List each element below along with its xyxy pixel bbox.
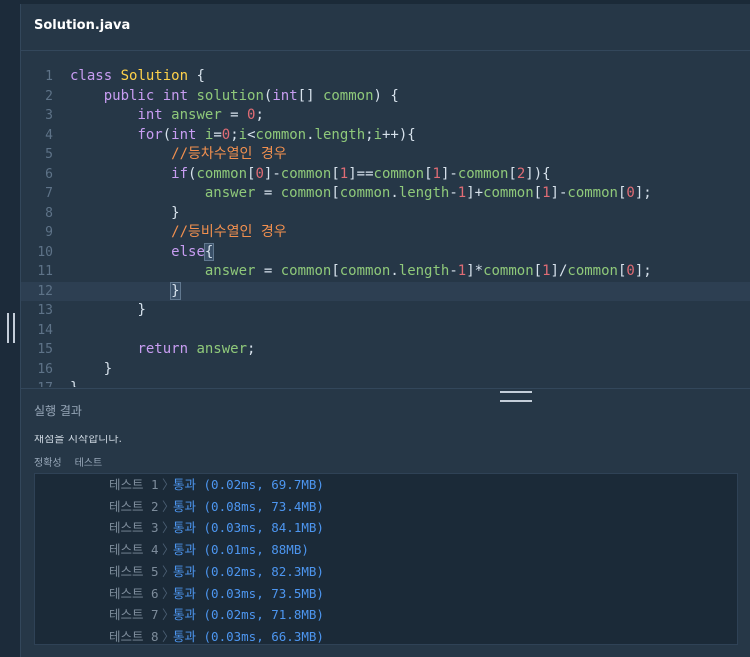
- test-result: 통과 (0.03ms, 73.5MB): [173, 585, 324, 601]
- test-row: 테스트 1 〉 통과 (0.02ms, 69.7MB): [35, 474, 737, 496]
- line-number: 16: [37, 361, 53, 377]
- test-label: 테스트 1: [109, 477, 159, 492]
- result-title: 실행 결과: [34, 404, 82, 418]
- test-result: 통과 (0.02ms, 82.3MB): [173, 563, 324, 579]
- result-panel: 채점을 시작합니다. 정확성 테스트 테스트 1 〉 통과 (0.02ms, 69.7…: [21, 435, 750, 657]
- code-line[interactable]: 9 //등비수열인 경우: [21, 223, 750, 243]
- test-label: 테스트 8: [109, 628, 159, 644]
- grading-start-message: 채점을 시작합니다.: [34, 435, 122, 445]
- line-number: 7: [45, 186, 53, 201]
- test-result: 통과 (0.01ms, 88MB): [173, 542, 309, 558]
- test-row: 테스트 5 〉 통과 (0.02ms, 82.3MB): [35, 561, 737, 583]
- vertical-splitter-handle[interactable]: [7, 313, 15, 343]
- test-row: 테스트 3 〉 통과 (0.03ms, 84.1MB): [35, 517, 737, 539]
- file-tab[interactable]: Solution.java: [34, 18, 130, 33]
- test-result: 통과 (0.03ms, 66.3MB): [173, 628, 324, 644]
- test-results-list: 테스트 1 〉 통과 (0.02ms, 69.7MB) 테스트 2 〉 통과 (0.08…: [34, 473, 738, 645]
- test-label: 테스트 6: [109, 585, 159, 601]
- tab-test[interactable]: 테스트: [75, 458, 103, 469]
- test-result: 통과 (0.02ms, 69.7MB): [173, 477, 324, 492]
- code-line[interactable]: 2 public int solution(int[] common) {: [21, 87, 750, 107]
- line-number: 11: [37, 264, 53, 279]
- test-result: 통과 (0.08ms, 73.4MB): [173, 498, 324, 514]
- code-line[interactable]: 3 int answer = 0;: [21, 106, 750, 126]
- result-subtabs: 정확성 테스트: [34, 454, 115, 469]
- line-number: 8: [45, 205, 53, 221]
- line-number: 17: [21, 379, 53, 387]
- bracket-match: {: [203, 242, 215, 261]
- code-line-current[interactable]: 12 }: [21, 281, 750, 301]
- test-row: 테스트 7 〉 통과 (0.02ms, 71.8MB): [35, 604, 737, 626]
- test-label: 테스트 7: [109, 607, 159, 623]
- horizontal-resize-handle[interactable]: [500, 391, 532, 402]
- code-line[interactable]: 6 if(common[0]-common[1]==common[1]-comm…: [21, 165, 750, 185]
- line-number: 10: [37, 244, 53, 260]
- result-header: 실행 결과: [21, 388, 750, 436]
- line-number: 5: [45, 147, 53, 162]
- line-number: 12: [37, 283, 53, 299]
- line-number: 6: [45, 166, 53, 182]
- bracket-match: }: [170, 281, 181, 300]
- code-line[interactable]: 13 }: [21, 301, 750, 321]
- test-label: 테스트 3: [109, 520, 159, 536]
- test-label: 테스트 4: [109, 542, 159, 558]
- comment: //등차수열인 경우: [171, 146, 287, 162]
- test-result: 통과 (0.03ms, 84.1MB): [173, 520, 324, 536]
- editor-tab-bar: Solution.java: [21, 4, 750, 51]
- line-number: 9: [45, 225, 53, 240]
- code-editor[interactable]: 1 class Solution { 2 public int solution(…: [21, 51, 750, 387]
- line-number: 13: [37, 303, 53, 318]
- code-line[interactable]: 5 //등차수열인 경우: [21, 145, 750, 165]
- test-row: 테스트 6 〉 통과 (0.03ms, 73.5MB): [35, 583, 737, 605]
- code-line[interactable]: 10 else{: [21, 242, 750, 263]
- code-line[interactable]: 11 answer = common[common.length-1]*comm…: [21, 262, 750, 282]
- test-row: 테스트 4 〉 통과 (0.01ms, 88MB): [35, 539, 737, 561]
- code-line[interactable]: 7 answer = common[common.length-1]+commo…: [21, 184, 750, 204]
- code-line[interactable]: 17}: [21, 379, 750, 387]
- test-label: 테스트 5: [109, 563, 159, 579]
- line-number: 14: [37, 322, 53, 338]
- test-row: 테스트 2 〉 통과 (0.08ms, 73.4MB): [35, 496, 737, 518]
- bottom-edge: [21, 650, 750, 657]
- code-line[interactable]: 14: [21, 321, 750, 341]
- code-line[interactable]: 16 }: [21, 360, 750, 380]
- line-number: 3: [45, 108, 53, 123]
- code-line[interactable]: 8 }: [21, 204, 750, 224]
- test-result: 통과 (0.02ms, 71.8MB): [173, 607, 324, 623]
- comment: //등비수열인 경우: [171, 224, 287, 240]
- code-line[interactable]: 4 for(int i=0;i<common.length;i++){: [21, 126, 750, 146]
- code-line[interactable]: 15 return answer;: [21, 340, 750, 360]
- line-number: 2: [45, 88, 53, 104]
- line-number: 1: [45, 69, 53, 84]
- line-number: 4: [45, 127, 53, 143]
- code-line[interactable]: 1 class Solution {: [21, 67, 750, 87]
- left-rail: [0, 0, 21, 657]
- test-label: 테스트 2: [109, 498, 159, 514]
- test-row: 테스트 8 〉 통과 (0.03ms, 66.3MB): [35, 626, 737, 644]
- tab-accuracy[interactable]: 정확성: [34, 458, 62, 469]
- line-number: 15: [37, 342, 53, 357]
